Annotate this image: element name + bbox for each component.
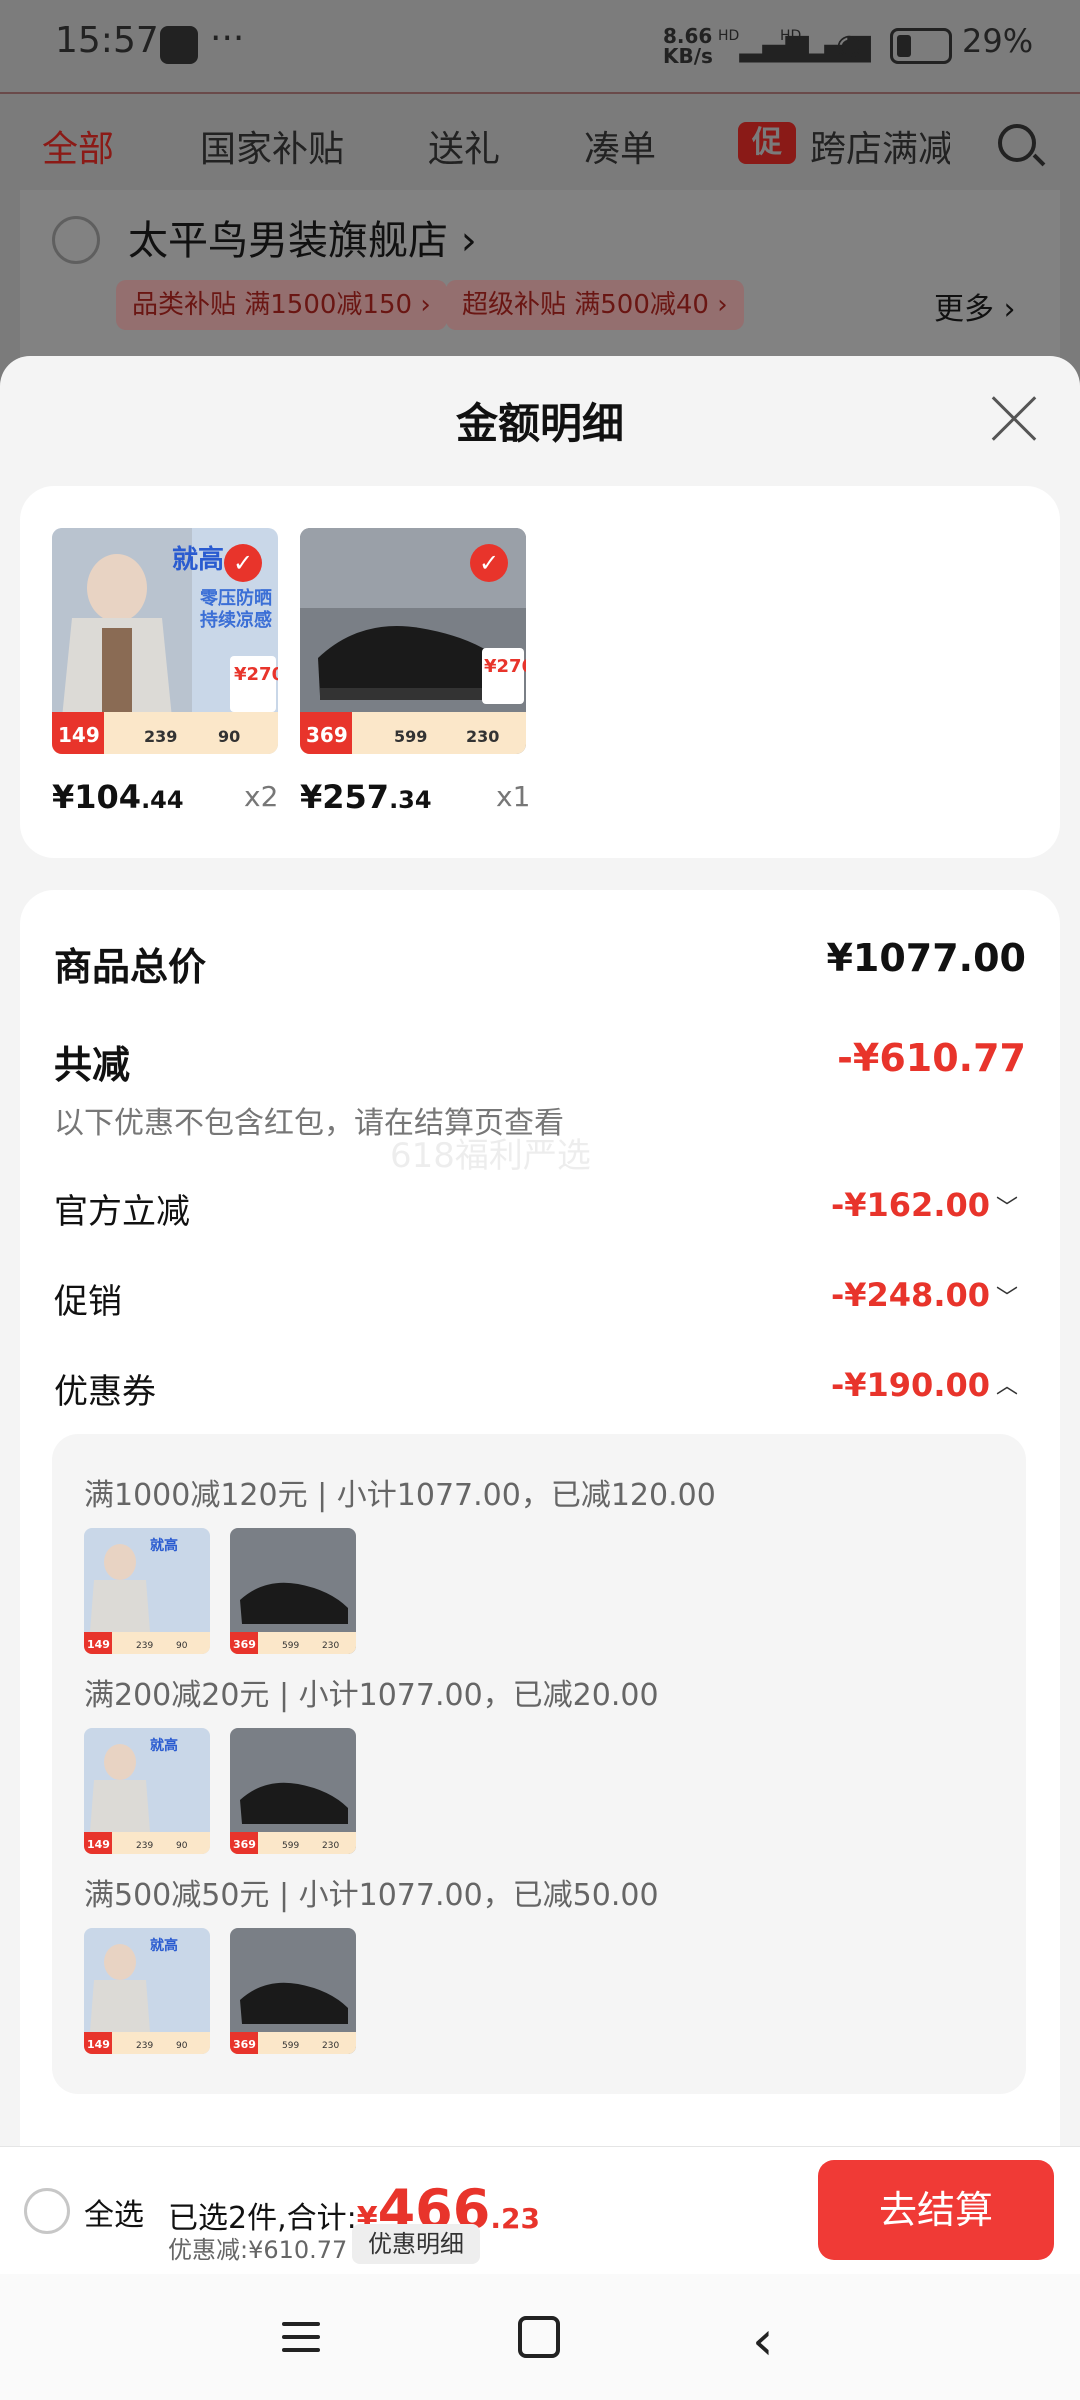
svg-text:369: 369 (233, 2038, 256, 2051)
product-2-qty: x1 (496, 780, 531, 813)
svg-text:零压防晒: 零压防晒 (199, 587, 272, 609)
discount-detail-button[interactable]: 优惠明细 (352, 2224, 480, 2264)
app-notification-icon (160, 26, 198, 64)
svg-text:599: 599 (394, 727, 427, 746)
tab-all[interactable]: 全部 (42, 120, 114, 172)
svg-text:239: 239 (136, 1641, 153, 1651)
wifi-icon: ◉ (836, 28, 863, 63)
svg-text:239: 239 (136, 2041, 153, 2051)
svg-text:230: 230 (322, 1841, 339, 1851)
promo-value[interactable]: -¥248.00 (700, 1276, 990, 1314)
coupon-label: 优惠券 (54, 1372, 156, 1412)
svg-text:369: 369 (233, 1838, 256, 1851)
svg-text:90: 90 (176, 2041, 188, 2051)
svg-text:599: 599 (282, 1641, 299, 1651)
home-icon[interactable] (518, 2316, 560, 2358)
svg-text:就高: 就高 (150, 1737, 178, 1754)
search-icon[interactable] (998, 124, 1036, 162)
total-label: 商品总价 (54, 945, 207, 989)
promo-badge: 促 (738, 122, 796, 164)
store-select-radio[interactable] (52, 216, 100, 264)
coupon-thumb-shoe: 369 599 230 (230, 1728, 356, 1854)
coupon-line-2: 满200减20元 | 小计1077.00，已减20.00 (84, 1678, 659, 1713)
coupon-thumb-apparel: 就高 149 239 90 (84, 1928, 210, 2054)
svg-text:239: 239 (136, 1841, 153, 1851)
svg-text:就高: 就高 (150, 1937, 178, 1954)
battery-level (897, 35, 911, 57)
svg-text:就高: 就高 (150, 1537, 178, 1554)
svg-text:230: 230 (466, 727, 499, 746)
more-notifications-icon: ··· (210, 18, 245, 59)
svg-text:599: 599 (282, 2041, 299, 2051)
svg-text:90: 90 (218, 727, 240, 746)
svg-text:599: 599 (282, 1841, 299, 1851)
watermark: 618福利严选 (390, 1136, 591, 1176)
svg-text:¥270: ¥270 (234, 664, 278, 685)
sheet-title: 金额明细 (455, 399, 624, 448)
close-icon[interactable] (990, 395, 1038, 443)
svg-text:369: 369 (233, 1638, 256, 1651)
menu-icon[interactable] (282, 2322, 320, 2352)
svg-text:239: 239 (144, 727, 177, 746)
svg-text:就高: 就高 (172, 544, 224, 575)
coupon-thumb-apparel: 就高 149 239 90 (84, 1728, 210, 1854)
svg-text:90: 90 (176, 1841, 188, 1851)
store-name[interactable]: 太平鸟男装旗舰店 › (128, 208, 477, 266)
coupon-line-3: 满500减50元 | 小计1077.00，已减50.00 (84, 1878, 659, 1913)
coupon-thumb-shoe: 369 599 230 (230, 1528, 356, 1654)
product-2-price: ¥257.34 (300, 778, 432, 816)
tab-national-subsidy[interactable]: 国家补贴 (200, 120, 344, 172)
chevron-down-icon[interactable]: ﹀ (996, 1280, 1018, 1312)
svg-text:149: 149 (87, 1838, 110, 1851)
back-icon[interactable]: ‹ (752, 2314, 774, 2368)
svg-text:230: 230 (322, 1641, 339, 1651)
network-rate: 8.66 KB/s (663, 24, 713, 68)
svg-text:149: 149 (58, 723, 100, 747)
store-tag-category[interactable]: 品类补贴 满1500减150 › (116, 280, 447, 330)
official-discount-value[interactable]: -¥162.00 (700, 1186, 990, 1224)
discount-label: 共减 (54, 1043, 131, 1087)
product-1-qty: x2 (244, 780, 279, 813)
official-discount-label: 官方立减 (54, 1192, 190, 1232)
check-icon: ✓ (224, 544, 262, 582)
chevron-up-icon[interactable]: ︿ (996, 1368, 1018, 1400)
status-time: 15:57 (55, 20, 159, 61)
svg-text:¥270: ¥270 (484, 656, 526, 677)
store-more-link[interactable]: 更多 › (934, 284, 1016, 328)
select-all-radio[interactable] (24, 2188, 70, 2234)
check-icon: ✓ (470, 544, 508, 582)
total-value: ¥1077.00 (826, 936, 1026, 980)
svg-text:149: 149 (87, 1638, 110, 1651)
store-tag-super[interactable]: 超级补贴 满500减40 › (446, 280, 744, 330)
tab-add-on[interactable]: 凑单 (584, 120, 656, 172)
promo-label: 促销 (54, 1282, 122, 1322)
select-all-label[interactable]: 全选 (84, 2190, 144, 2234)
svg-text:369: 369 (306, 723, 348, 747)
chevron-down-icon[interactable]: ﹀ (996, 1190, 1018, 1222)
checkout-button[interactable]: 去结算 (818, 2160, 1054, 2260)
saved-amount: 优惠减:¥610.77 (168, 2236, 348, 2264)
coupon-thumb-apparel: 就高 149 239 90 (84, 1528, 210, 1654)
svg-text:持续凉感: 持续凉感 (200, 609, 272, 631)
svg-text:149: 149 (87, 2038, 110, 2051)
tab-cross-store[interactable]: 跨店满减 (810, 120, 950, 172)
svg-text:90: 90 (176, 1641, 188, 1651)
battery-percent: 29% (962, 22, 1034, 60)
coupon-thumb-shoe: 369 599 230 (230, 1928, 356, 2054)
product-1-price: ¥104.44 (52, 778, 184, 816)
discount-value: -¥610.77 (837, 1036, 1026, 1080)
svg-text:230: 230 (322, 2041, 339, 2051)
tab-gift[interactable]: 送礼 (428, 120, 500, 172)
coupon-line-1: 满1000减120元 | 小计1077.00，已减120.00 (84, 1478, 716, 1513)
coupon-value[interactable]: -¥190.00 (700, 1366, 990, 1404)
